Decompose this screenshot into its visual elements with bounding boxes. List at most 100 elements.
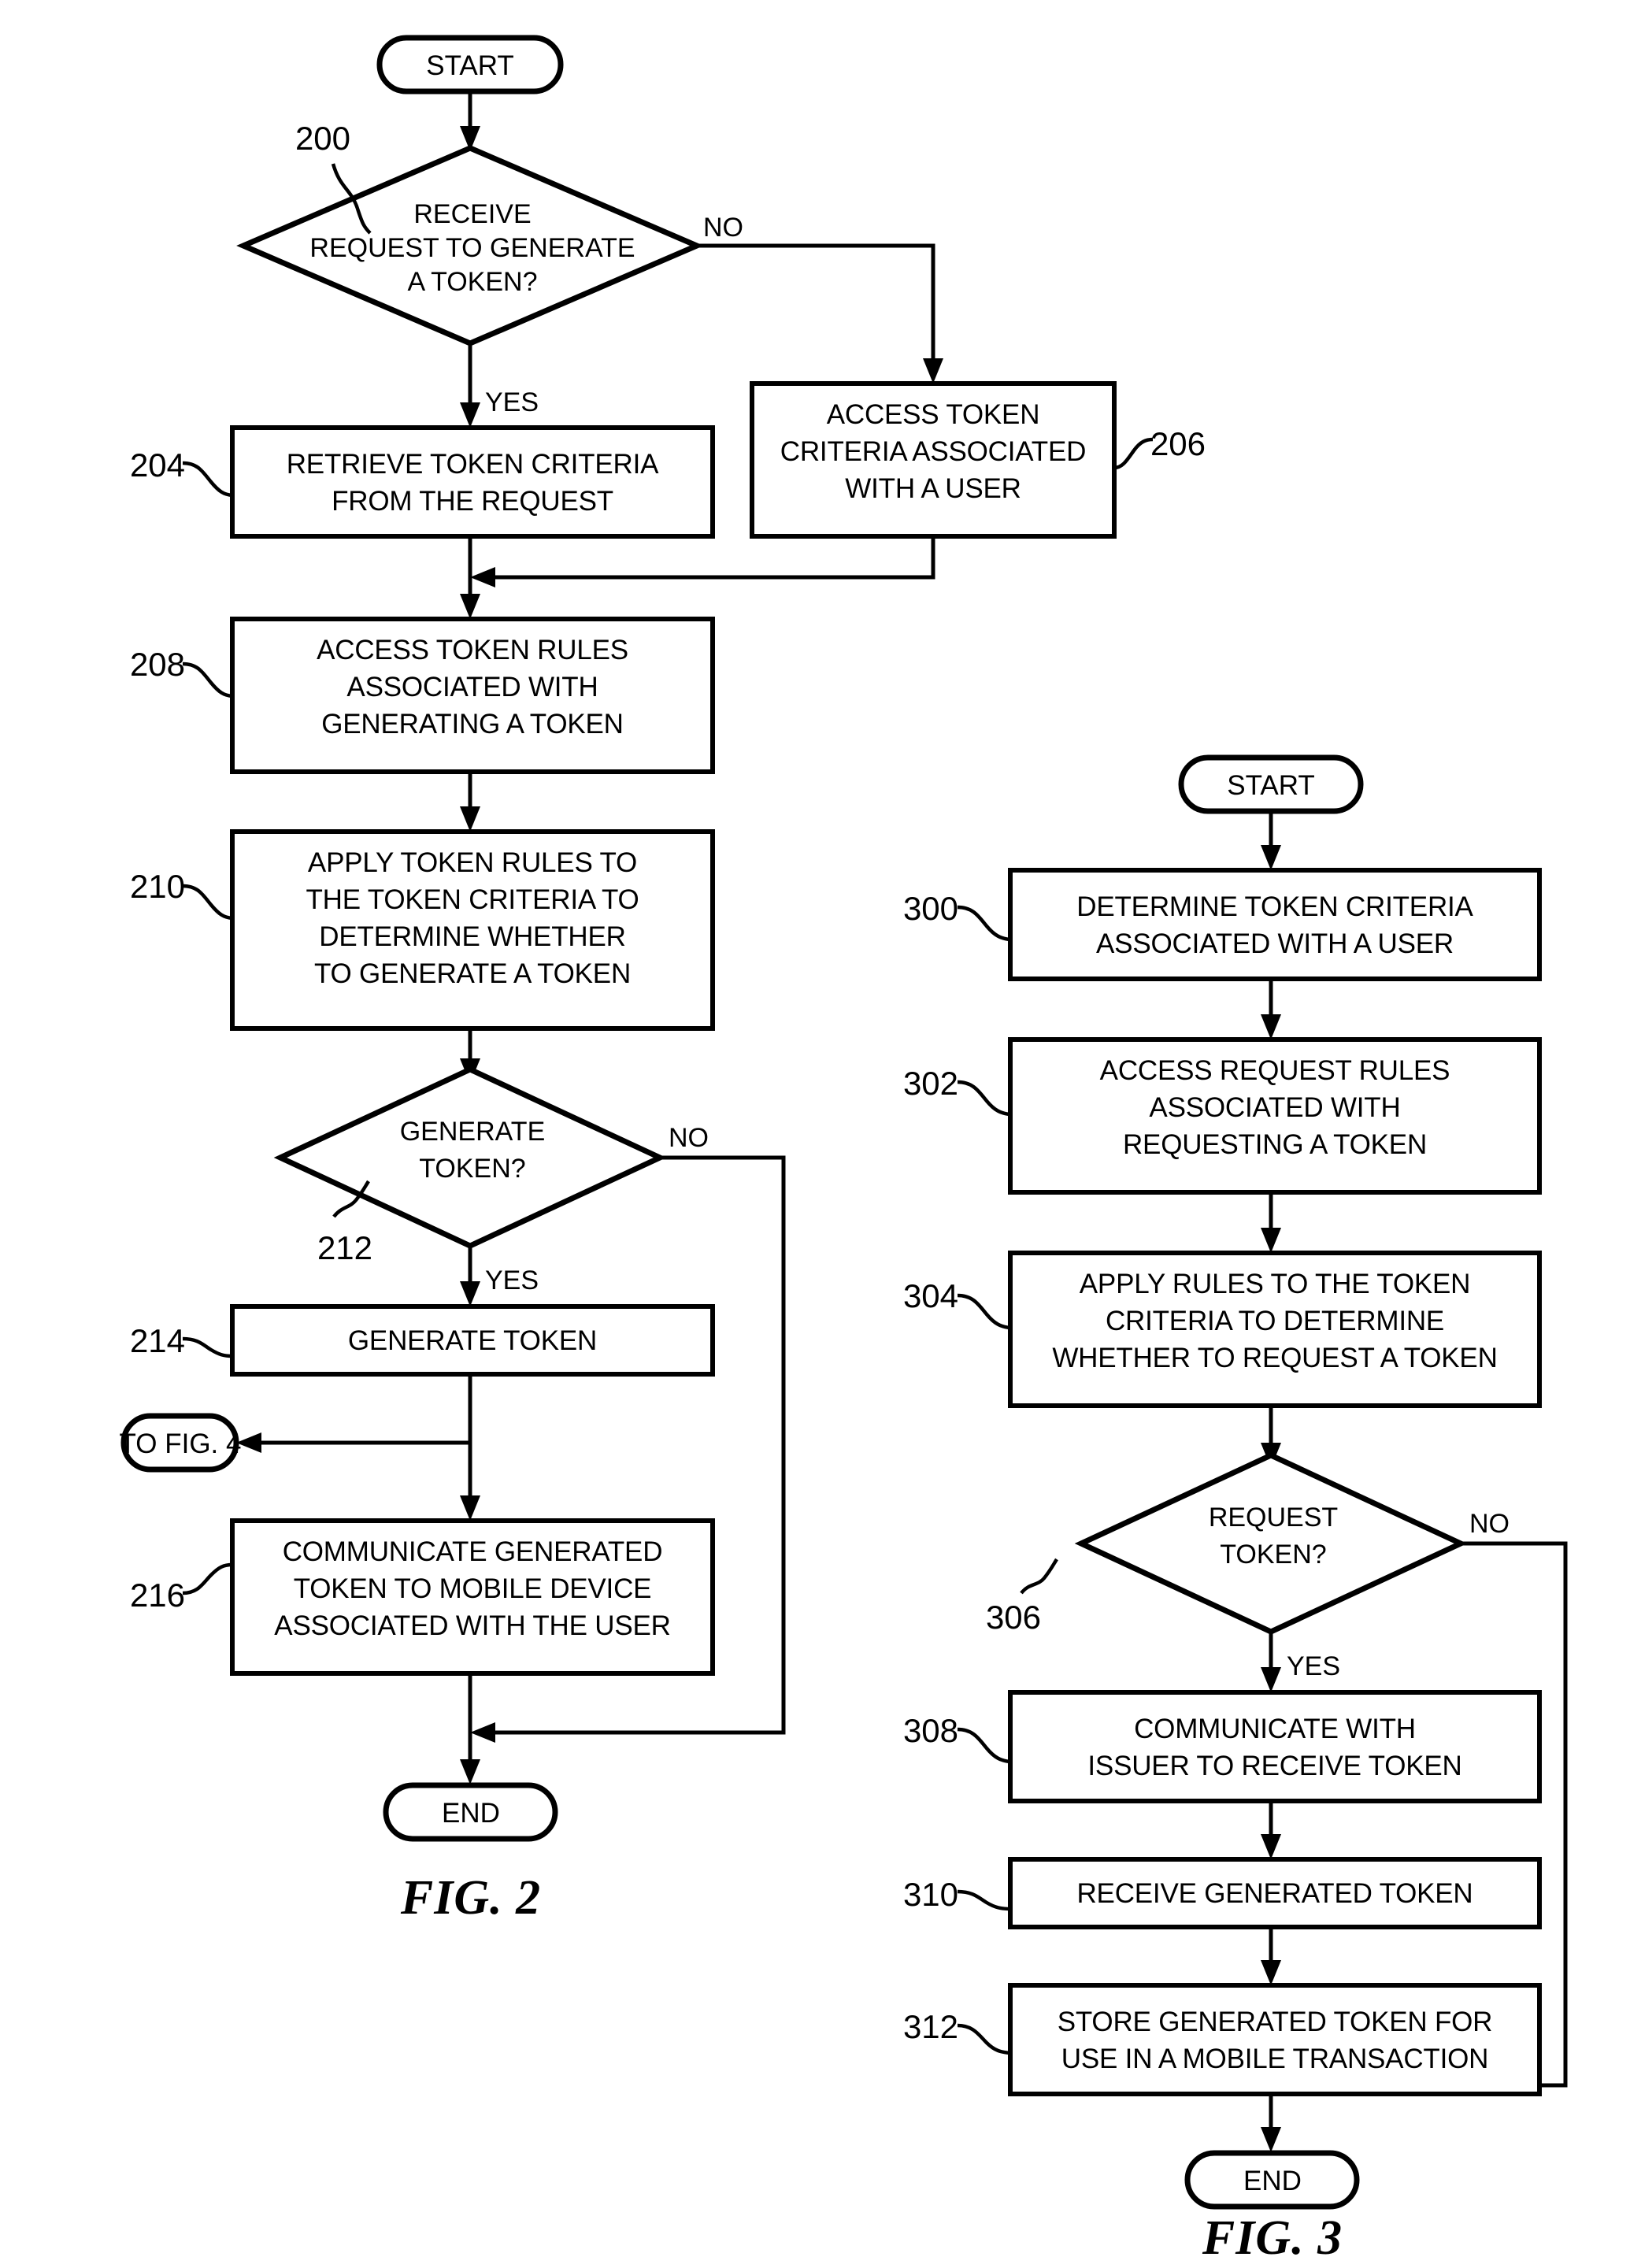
ref-306-label: 306: [986, 1599, 1041, 1636]
process-312-line2: USE IN A MOBILE TRANSACTION: [1061, 2044, 1488, 2074]
arrowhead-fig3start-300: [1261, 845, 1281, 870]
ref-300-leader: [957, 905, 1011, 942]
process-302-line1: ACCESS REQUEST RULES: [1100, 1055, 1450, 1086]
fig2-process-208: ACCESS TOKEN RULES ASSOCIATED WITH GENER…: [230, 617, 715, 774]
process-210-line2: THE TOKEN CRITERIA TO: [306, 884, 639, 915]
arrowhead-308-310: [1261, 1834, 1281, 1859]
patent-drawing-sheet: START RECEIVE REQUEST TO GENERATE A TOKE…: [0, 0, 1630, 2268]
decision-306-no-label: NO: [1469, 1509, 1510, 1539]
process-300-shape: [1008, 868, 1542, 981]
ref-312-label: 312: [903, 2008, 958, 2045]
fig2-start-terminator: START: [376, 35, 564, 94]
ref-210-leader: [182, 884, 233, 921]
fig3-process-304: APPLY RULES TO THE TOKEN CRITERIA TO DET…: [1008, 1251, 1542, 1408]
process-204-shape: [230, 425, 715, 539]
process-204-line2: FROM THE REQUEST: [332, 486, 613, 517]
fig2-process-216: COMMUNICATE GENERATED TOKEN TO MOBILE DE…: [230, 1518, 715, 1676]
ref-312-leader: [957, 2023, 1011, 2055]
fig3-process-302: ACCESS REQUEST RULES ASSOCIATED WITH REQ…: [1008, 1037, 1542, 1195]
fig2-offpage-connector: TO FIG. 4: [120, 1413, 242, 1473]
ref-206-label: 206: [1150, 425, 1206, 462]
decision-306-yes-label: YES: [1287, 1651, 1340, 1681]
fig2-decision-200: RECEIVE REQUEST TO GENERATE A TOKEN?: [236, 145, 704, 346]
process-206-line3: WITH A USER: [845, 473, 1021, 504]
process-308-line1: COMMUNICATE WITH: [1134, 1714, 1416, 1744]
ref-214-label: 214: [130, 1322, 185, 1359]
ref-306-leader: [1020, 1558, 1058, 1595]
decision-306-line2: TOKEN?: [1220, 1540, 1326, 1569]
ref-208-label: 208: [130, 646, 185, 683]
fig3-decision-306: REQUEST TOKEN?: [1074, 1452, 1468, 1635]
fig2-process-204: RETRIEVE TOKEN CRITERIA FROM THE REQUEST: [230, 425, 715, 539]
process-210-line3: DETERMINE WHETHER: [319, 921, 625, 952]
process-204-line1: RETRIEVE TOKEN CRITERIA: [287, 449, 659, 480]
process-300-line1: DETERMINE TOKEN CRITERIA: [1076, 891, 1473, 922]
process-206-line1: ACCESS TOKEN: [827, 399, 1040, 430]
process-304-line3: WHETHER TO REQUEST A TOKEN: [1052, 1343, 1497, 1373]
fig2-caption: FIG. 2: [400, 1871, 541, 1925]
arrowhead-204-208: [460, 594, 480, 619]
process-210-line1: APPLY TOKEN RULES TO: [308, 847, 637, 878]
decision-200-line1: RECEIVE: [413, 199, 531, 229]
ref-310-label: 310: [903, 1876, 958, 1913]
process-300-line2: ASSOCIATED WITH A USER: [1096, 928, 1454, 959]
ref-200-label: 200: [295, 120, 350, 157]
process-312-line1: STORE GENERATED TOKEN FOR: [1058, 2007, 1493, 2037]
process-308-line2: ISSUER TO RECEIVE TOKEN: [1087, 1751, 1461, 1781]
ref-208-leader: [182, 662, 233, 699]
decision-212-line1: GENERATE: [400, 1117, 546, 1147]
fig2-conn-200-no-to-206: [697, 243, 935, 367]
arrowhead-206-merge: [470, 567, 495, 587]
process-208-line2: ASSOCIATED WITH: [346, 672, 598, 702]
figure-3-group: START DETERMINE TOKEN CRITERIA ASSOCIATE…: [903, 754, 1568, 2265]
ref-216-label: 216: [130, 1577, 185, 1614]
fig3-process-308: COMMUNICATE WITH ISSUER TO RECEIVE TOKEN: [1008, 1690, 1542, 1803]
offpage-connector-label: TO FIG. 4: [120, 1429, 242, 1459]
fig3-end-terminator: END: [1184, 2150, 1360, 2210]
arrowhead-212no-end: [470, 1722, 495, 1743]
arrowhead-200yes-204: [460, 402, 480, 428]
decision-306-line1: REQUEST: [1209, 1503, 1338, 1532]
decision-200-line2: REQUEST TO GENERATE: [309, 233, 635, 263]
decision-212-no-label: NO: [669, 1123, 709, 1153]
process-214-line1: GENERATE TOKEN: [348, 1325, 597, 1356]
ref-310-leader: [957, 1889, 1011, 1911]
process-312-shape: [1008, 1983, 1542, 2096]
fig2-conn-206-merge: [487, 536, 935, 580]
process-304-line2: CRITERIA TO DETERMINE: [1106, 1306, 1444, 1336]
decision-212-yes-label: YES: [485, 1266, 539, 1295]
ref-206-leader: [1113, 437, 1154, 470]
ref-304-leader: [957, 1293, 1011, 1330]
ref-302-leader: [957, 1080, 1011, 1117]
arrowhead-306yes-308: [1261, 1667, 1281, 1692]
decision-212-line2: TOKEN?: [419, 1154, 525, 1184]
fig3-process-300: DETERMINE TOKEN CRITERIA ASSOCIATED WITH…: [1008, 868, 1542, 981]
process-308-shape: [1008, 1690, 1542, 1803]
process-208-line3: GENERATING A TOKEN: [321, 709, 623, 739]
arrowhead-300-302: [1261, 1014, 1281, 1040]
fig2-process-210: APPLY TOKEN RULES TO THE TOKEN CRITERIA …: [230, 829, 715, 1031]
fig3-start-label: START: [1227, 770, 1315, 801]
fig3-end-label: END: [1243, 2166, 1302, 2196]
arrowhead-212yes-214: [460, 1281, 480, 1306]
ref-216-leader: [182, 1562, 233, 1595]
process-216-line2: TOKEN TO MOBILE DEVICE: [294, 1573, 652, 1604]
process-304-line1: APPLY RULES TO THE TOKEN: [1080, 1269, 1470, 1299]
process-206-line2: CRITERIA ASSOCIATED: [780, 436, 1086, 467]
decision-200-line3: A TOKEN?: [407, 267, 537, 297]
arrowhead-312-end: [1261, 2127, 1281, 2152]
arrowhead-214-216: [460, 1495, 480, 1521]
ref-308-leader: [957, 1727, 1011, 1764]
fig2-end-label: END: [442, 1798, 500, 1829]
process-210-line4: TO GENERATE A TOKEN: [314, 958, 631, 989]
process-216-line1: COMMUNICATE GENERATED: [283, 1536, 663, 1567]
ref-204-label: 204: [130, 447, 185, 484]
fig3-caption: FIG. 3: [1202, 2211, 1343, 2265]
fig3-start-terminator: START: [1178, 754, 1364, 814]
arrowhead-200no-206: [923, 358, 943, 384]
process-302-line3: REQUESTING A TOKEN: [1123, 1129, 1427, 1160]
fig2-end-terminator: END: [383, 1782, 558, 1842]
fig3-process-312: STORE GENERATED TOKEN FOR USE IN A MOBIL…: [1008, 1983, 1542, 2096]
ref-210-label: 210: [130, 868, 185, 905]
fig2-process-206: ACCESS TOKEN CRITERIA ASSOCIATED WITH A …: [750, 381, 1117, 539]
